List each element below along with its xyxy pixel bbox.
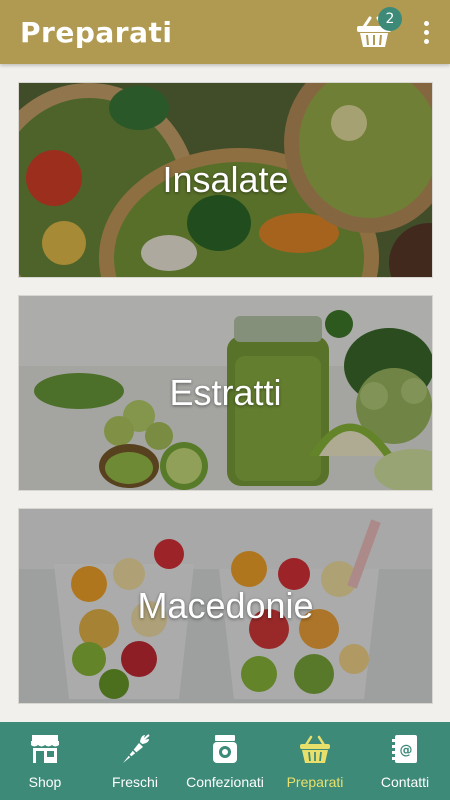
cart-button[interactable]: 2 [352, 7, 402, 54]
category-card-estratti[interactable]: Estratti [18, 295, 433, 491]
nav-item-confezionati[interactable]: Confezionati [180, 722, 270, 800]
nav-label: Confezionati [186, 774, 264, 790]
nav-label: Preparati [286, 774, 344, 790]
category-label: Estratti [169, 372, 282, 413]
category-card-macedonie[interactable]: Macedonie [18, 508, 433, 704]
nav-label: Shop [28, 774, 62, 790]
dot-icon [423, 38, 429, 44]
bottom-navigation: Shop Freschi Confezionati Preparati @ Co… [0, 722, 450, 800]
nav-item-preparati[interactable]: Preparati [270, 722, 360, 800]
category-label: Insalate [162, 159, 289, 200]
nav-item-contatti[interactable]: @ Contatti [360, 722, 450, 800]
nav-label: Contatti [380, 774, 430, 790]
shop-icon [28, 732, 62, 766]
page-title: Preparati [20, 15, 173, 49]
dot-icon [423, 20, 429, 26]
nav-item-shop[interactable]: Shop [0, 722, 90, 800]
basket-icon [298, 732, 332, 766]
carrot-icon [118, 732, 152, 766]
contacts-book-icon: @ [388, 732, 422, 766]
dot-icon [423, 29, 429, 35]
app-bar: Preparati 2 [0, 0, 450, 64]
category-label: Macedonie [137, 585, 314, 626]
svg-text:@: @ [400, 743, 413, 758]
overflow-menu-button[interactable] [418, 16, 434, 48]
nav-item-freschi[interactable]: Freschi [90, 722, 180, 800]
cart-count-badge: 2 [378, 7, 402, 31]
nav-label: Freschi [112, 774, 158, 790]
jar-icon [208, 732, 242, 766]
category-card-insalate[interactable]: Insalate [18, 82, 433, 278]
